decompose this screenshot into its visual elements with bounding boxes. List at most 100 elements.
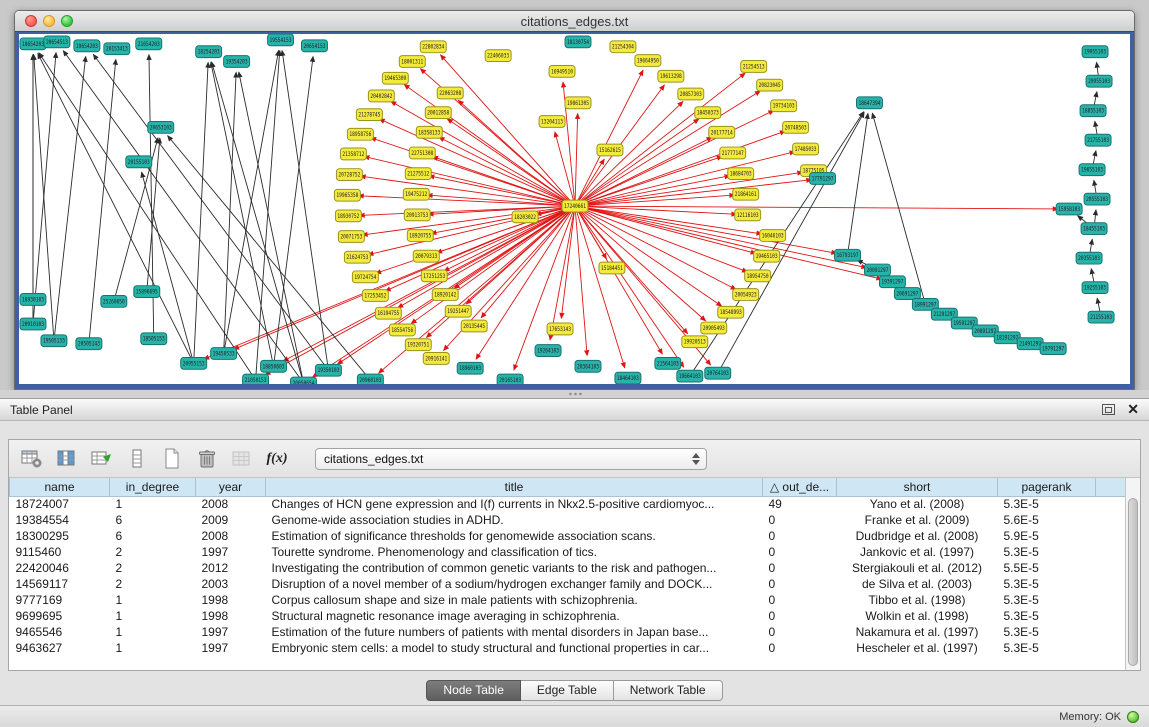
- graph-node[interactable]: 18464103: [615, 372, 641, 384]
- graph-node[interactable]: 21564103: [655, 357, 681, 369]
- graph-node[interactable]: 18930752: [335, 210, 361, 222]
- citation-edge[interactable]: [575, 102, 683, 206]
- table-row[interactable]: 1456911722003Disruption of a novel membe…: [10, 576, 1126, 592]
- table-cell[interactable]: 0: [763, 512, 837, 528]
- table-row[interactable]: 911546021997Tourette syndrome. Phenomeno…: [10, 544, 1126, 560]
- graph-node[interactable]: 20364103: [575, 360, 601, 372]
- graph-node[interactable]: 18455103: [1081, 223, 1107, 235]
- citation-edge[interactable]: [211, 62, 274, 366]
- table-cell[interactable]: Tibbo et al. (1998): [837, 592, 998, 608]
- table-cell[interactable]: 1: [110, 624, 196, 640]
- citation-edge[interactable]: [575, 206, 762, 234]
- graph-node[interactable]: 19734103: [771, 100, 797, 112]
- graph-node[interactable]: 21254513: [741, 61, 767, 73]
- close-panel-icon[interactable]: ✕: [1127, 404, 1139, 415]
- network-view[interactable]: 1724066122802834180013111946530920402842…: [15, 32, 1134, 389]
- table-cell[interactable]: 0: [763, 576, 837, 592]
- table-cell[interactable]: 0: [763, 544, 837, 560]
- graph-node[interactable]: 18647394: [856, 97, 882, 109]
- zoom-button[interactable]: [61, 15, 73, 27]
- graph-node[interactable]: 15184451: [599, 262, 625, 274]
- table-settings-icon[interactable]: [19, 446, 45, 472]
- scrollbar-thumb[interactable]: [1128, 498, 1138, 666]
- table-cell[interactable]: 0: [763, 560, 837, 576]
- table-cell[interactable]: 1: [110, 640, 196, 656]
- table-cell[interactable]: 0: [763, 608, 837, 624]
- table-cell[interactable]: Franke et al. (2009): [837, 512, 998, 528]
- citation-edge[interactable]: [575, 119, 699, 206]
- citation-edge[interactable]: [848, 114, 868, 256]
- graph-node[interactable]: 18191297: [994, 332, 1020, 344]
- graph-node[interactable]: 18554756: [389, 324, 415, 336]
- table-cell[interactable]: 2: [110, 560, 196, 576]
- table-row[interactable]: 1830029562008Estimation of significance …: [10, 528, 1126, 544]
- graph-node[interactable]: 16793197: [835, 249, 861, 261]
- graph-node[interactable]: 21654203: [136, 38, 162, 50]
- table-cell[interactable]: Estimation of significance thresholds fo…: [266, 528, 763, 544]
- citation-edge[interactable]: [338, 206, 575, 364]
- table-cell[interactable]: 5.3E-5: [998, 592, 1096, 608]
- tab-edge-table[interactable]: Edge Table: [521, 680, 614, 701]
- graph-node[interactable]: 18130754: [565, 36, 591, 48]
- table-cell[interactable]: 0: [763, 624, 837, 640]
- graph-node[interactable]: 17253452: [362, 290, 388, 302]
- graph-node[interactable]: 20916141: [423, 353, 449, 365]
- citation-edge[interactable]: [575, 73, 745, 206]
- column-header[interactable]: name: [10, 478, 110, 496]
- table-cell[interactable]: 5.6E-5: [998, 512, 1096, 528]
- table-row[interactable]: 946362711997Embryonic stem cells: a mode…: [10, 640, 1126, 656]
- new-column-icon[interactable]: [159, 446, 185, 472]
- graph-node[interactable]: 19350103: [315, 364, 341, 376]
- citation-edge[interactable]: [404, 85, 575, 206]
- table-cell[interactable]: Stergiakouli et al. (2012): [837, 560, 998, 576]
- graph-node[interactable]: 17240661: [562, 200, 588, 212]
- table-cell[interactable]: 2009: [196, 512, 266, 528]
- graph-node[interactable]: 19264103: [535, 345, 561, 357]
- table-cell[interactable]: Estimation of the future numbers of pati…: [266, 624, 763, 640]
- tab-node-table[interactable]: Node Table: [426, 680, 521, 701]
- graph-node[interactable]: 18920142: [432, 289, 458, 301]
- graph-node[interactable]: 22751308: [409, 147, 435, 159]
- citation-edge[interactable]: [575, 206, 587, 355]
- graph-node[interactable]: 18203022: [512, 211, 538, 223]
- graph-node[interactable]: 21155103: [1088, 311, 1114, 323]
- table-cell[interactable]: Tourette syndrome. Phenomenology and cla…: [266, 544, 763, 560]
- graph-node[interactable]: 21254304: [610, 41, 636, 53]
- table-row[interactable]: 2242004622012Investigating the contribut…: [10, 560, 1126, 576]
- graph-node[interactable]: 17791297: [810, 173, 836, 185]
- citation-edge[interactable]: [561, 206, 575, 318]
- graph-node[interactable]: 18684703: [728, 168, 754, 180]
- table-cell[interactable]: 2008: [196, 496, 266, 512]
- delete-column-icon[interactable]: [194, 446, 220, 472]
- table-cell[interactable]: 5.3E-5: [998, 624, 1096, 640]
- citation-edge[interactable]: [38, 54, 194, 364]
- graph-node[interactable]: 19613298: [658, 70, 684, 82]
- graph-node[interactable]: 19450533: [211, 348, 237, 360]
- graph-node[interactable]: 18450373: [695, 107, 721, 119]
- table-cell[interactable]: Disruption of a novel member of a sodium…: [266, 576, 763, 592]
- graph-node[interactable]: 15162615: [597, 144, 623, 156]
- graph-node[interactable]: 19465103: [754, 250, 780, 262]
- table-cell[interactable]: Corpus callosum shape and size in male p…: [266, 592, 763, 608]
- graph-node[interactable]: 20913753: [404, 209, 430, 221]
- graph-node[interactable]: 19391297: [879, 276, 905, 288]
- citation-edge[interactable]: [194, 62, 208, 363]
- citation-edge[interactable]: [274, 57, 314, 367]
- table-cell[interactable]: 6: [110, 528, 196, 544]
- graph-node[interactable]: 19255103: [1082, 282, 1108, 294]
- graph-node[interactable]: 21624753: [344, 251, 370, 263]
- table-mode-icon[interactable]: [124, 446, 150, 472]
- citation-edge[interactable]: [282, 51, 328, 371]
- table-cell[interactable]: 5.3E-5: [998, 496, 1096, 512]
- graph-node[interactable]: 20153413: [104, 43, 130, 55]
- table-cell[interactable]: 1: [110, 496, 196, 512]
- graph-node[interactable]: 19354203: [224, 56, 250, 68]
- graph-node[interactable]: 20955153: [181, 357, 207, 369]
- citation-edge[interactable]: [575, 152, 795, 206]
- graph-node[interactable]: 19965358: [334, 189, 360, 201]
- table-cell[interactable]: 2: [110, 544, 196, 560]
- graph-node[interactable]: 20960103: [357, 374, 383, 384]
- graph-node[interactable]: 18505153: [141, 333, 167, 345]
- split-divider[interactable]: [0, 390, 1149, 398]
- citation-edge[interactable]: [439, 137, 575, 206]
